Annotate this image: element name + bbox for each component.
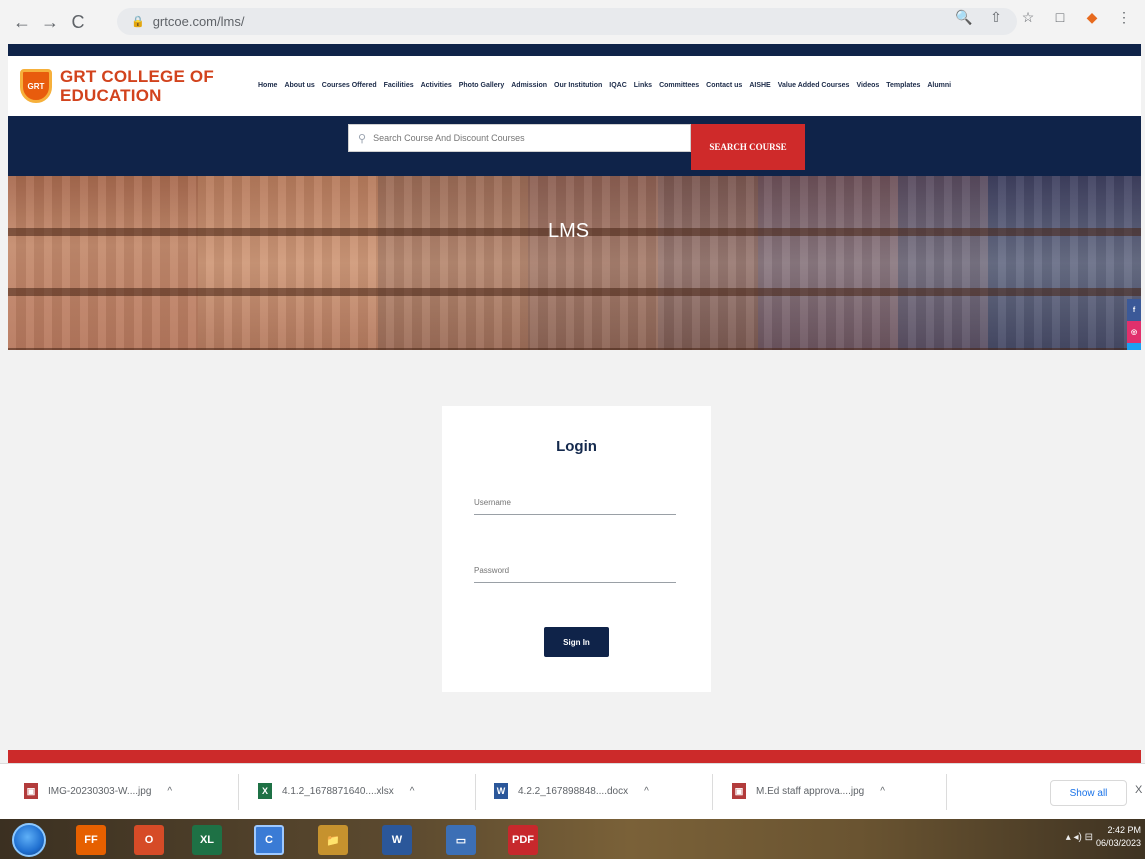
divider: [475, 774, 476, 810]
bookmark-star-icon[interactable]: ☆: [1017, 6, 1039, 28]
login-title: Login: [556, 438, 597, 455]
nav-item-aishe[interactable]: AISHE: [749, 82, 770, 89]
folder-icon[interactable]: 📁: [318, 825, 348, 855]
site-header: GRT GRT COLLEGE OF EDUCATION Home About u…: [8, 56, 1141, 116]
system-tray[interactable]: ▴ ◂) ⊟: [1066, 832, 1093, 843]
image-file-icon: ▣: [732, 783, 746, 799]
download-filename: 4.1.2_1678871640....xlsx: [282, 785, 394, 797]
download-item[interactable]: ▣ M.Ed staff approva....jpg ^: [732, 776, 885, 806]
chevron-up-icon[interactable]: ^: [410, 786, 415, 797]
search-box: ⚲: [348, 124, 691, 152]
nav-item-value-added-courses[interactable]: Value Added Courses: [778, 82, 850, 89]
sign-in-button[interactable]: Sign In: [544, 627, 609, 657]
divider: [238, 774, 239, 810]
forward-arrow-icon[interactable]: →: [36, 8, 64, 36]
search-input[interactable]: [373, 133, 674, 143]
nav-item-admission[interactable]: Admission: [511, 82, 547, 89]
password-input[interactable]: [474, 559, 676, 582]
start-button[interactable]: [12, 823, 46, 857]
divider: [712, 774, 713, 810]
username-input[interactable]: [474, 491, 676, 514]
footer-red-line: [8, 750, 1141, 763]
nav-item-courses-offered[interactable]: Courses Offered: [322, 82, 377, 89]
address-bar[interactable]: 🔒 grtcoe.com/lms/: [117, 8, 1017, 35]
search-band: ⚲ SEARCH COURSE: [8, 116, 1141, 176]
tab-search-icon[interactable]: □: [1049, 6, 1071, 28]
photo-viewer-icon[interactable]: ▭: [446, 825, 476, 855]
password-field-wrapper: [474, 559, 676, 583]
main-nav: Home About us Courses Offered Facilities Act…: [258, 82, 951, 89]
nav-item-photo-gallery[interactable]: Photo Gallery: [459, 82, 505, 89]
college-logo[interactable]: GRT: [20, 69, 52, 103]
main-content: Login Sign In: [8, 350, 1141, 750]
extension-icon[interactable]: ◆: [1081, 6, 1103, 28]
firefox-icon[interactable]: FF: [76, 825, 106, 855]
nav-item-contact-us[interactable]: Contact us: [706, 82, 742, 89]
nav-item-home[interactable]: Home: [258, 82, 277, 89]
chevron-up-icon[interactable]: ^: [644, 786, 649, 797]
download-filename: IMG-20230303-W....jpg: [48, 785, 152, 797]
brand-line-2: EDUCATION: [60, 86, 162, 105]
facebook-icon[interactable]: f: [1127, 299, 1141, 321]
download-filename: 4.2.2_167898848....docx: [518, 785, 629, 797]
download-item[interactable]: ▣ IMG-20230303-W....jpg ^: [24, 776, 172, 806]
windows-taskbar: FF O XL C 📁 W ▭ PDF ▴ ◂) ⊟ 2:42 PM 06/03…: [0, 819, 1145, 859]
browser-tools: 🔍 ⇧ ☆ □ ◆ ⋮: [953, 6, 1135, 28]
chrome-icon[interactable]: C: [254, 825, 284, 855]
search-course-button[interactable]: SEARCH COURSE: [691, 124, 805, 170]
excel-file-icon: X: [258, 783, 272, 799]
system-clock[interactable]: 2:42 PM 06/03/2023: [1096, 824, 1141, 850]
nav-item-committees[interactable]: Committees: [659, 82, 699, 89]
pdf-reader-icon[interactable]: PDF: [508, 825, 538, 855]
nav-item-templates[interactable]: Templates: [886, 82, 920, 89]
page-title: LMS: [548, 220, 590, 242]
image-file-icon: ▣: [24, 783, 38, 799]
url-text[interactable]: grtcoe.com/lms/: [153, 14, 245, 29]
chevron-up-icon[interactable]: ^: [167, 786, 172, 797]
show-all-button[interactable]: Show all: [1050, 780, 1127, 806]
chevron-up-icon[interactable]: ^: [880, 786, 885, 797]
site-top-strip: [8, 44, 1141, 56]
username-field-wrapper: [474, 491, 676, 515]
close-icon[interactable]: X: [1135, 784, 1142, 796]
nav-item-about-us[interactable]: About us: [284, 82, 314, 89]
excel-icon[interactable]: XL: [192, 825, 222, 855]
brand-line-1: GRT COLLEGE OF: [60, 67, 214, 86]
download-filename: M.Ed staff approva....jpg: [756, 785, 865, 797]
download-item[interactable]: W 4.2.2_167898848....docx ^: [494, 776, 649, 806]
login-card: Login Sign In: [442, 406, 711, 692]
browser-toolbar: ← → C 🔒 grtcoe.com/lms/ 🔍 ⇧ ☆ □ ◆ ⋮: [0, 0, 1145, 44]
college-name[interactable]: GRT COLLEGE OF EDUCATION: [60, 67, 214, 105]
nav-item-videos[interactable]: Videos: [856, 82, 879, 89]
back-arrow-icon[interactable]: ←: [8, 8, 36, 36]
word-icon[interactable]: W: [382, 825, 412, 855]
nav-item-links[interactable]: Links: [634, 82, 652, 89]
kebab-menu-icon[interactable]: ⋮: [1113, 6, 1135, 28]
clock-date: 06/03/2023: [1095, 838, 1141, 848]
share-icon[interactable]: ⇧: [985, 6, 1007, 28]
nav-item-activities[interactable]: Activities: [421, 82, 452, 89]
nav-item-iqac[interactable]: IQAC: [609, 82, 627, 89]
search-icon: ⚲: [358, 132, 367, 145]
instagram-icon[interactable]: ◎: [1127, 321, 1141, 343]
reload-icon[interactable]: C: [64, 8, 92, 36]
divider: [946, 774, 947, 810]
opera-icon[interactable]: O: [134, 825, 164, 855]
nav-item-our-institution[interactable]: Our Institution: [554, 82, 602, 89]
hero-banner: LMS: [8, 176, 1141, 350]
zoom-icon[interactable]: 🔍: [953, 6, 975, 28]
clock-time: 2:42 PM: [1107, 825, 1141, 835]
nav-item-alumni[interactable]: Alumni: [927, 82, 951, 89]
nav-item-facilities[interactable]: Facilities: [384, 82, 414, 89]
lock-icon: 🔒: [131, 16, 145, 28]
word-file-icon: W: [494, 783, 508, 799]
download-item[interactable]: X 4.1.2_1678871640....xlsx ^: [258, 776, 414, 806]
download-shelf: ▣ IMG-20230303-W....jpg ^ X 4.1.2_167887…: [0, 763, 1145, 819]
